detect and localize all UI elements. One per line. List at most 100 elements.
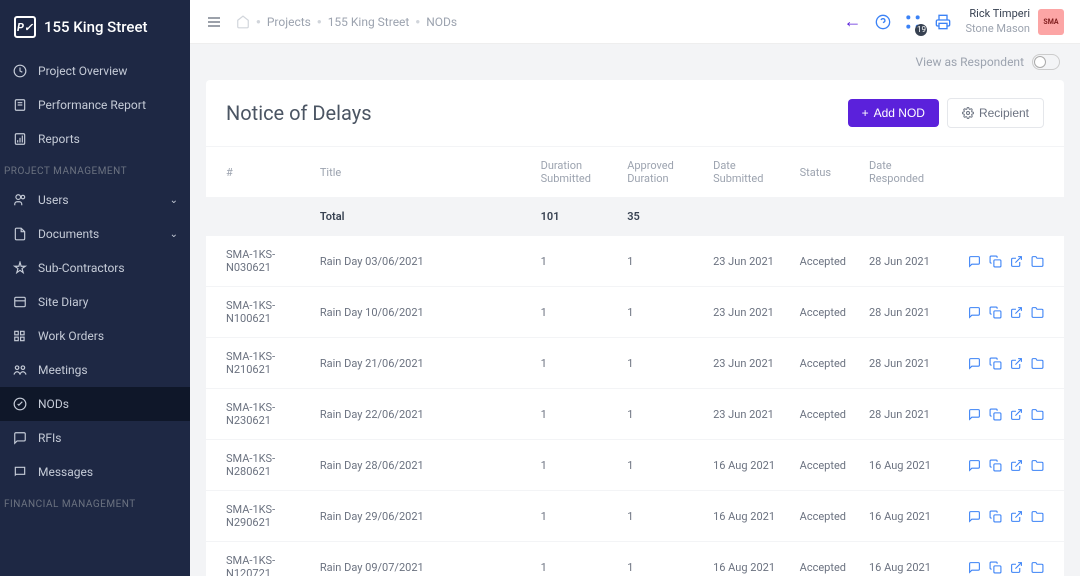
row-actions [965, 459, 1044, 472]
cell-num: SMA-1KS-N100621 [206, 287, 310, 338]
cell-approved: 1 [617, 287, 703, 338]
chat-icon[interactable] [968, 255, 981, 268]
reports-icon [12, 131, 28, 147]
topbar: ● Projects ● 155 King Street ● NODs ← [190, 0, 1080, 44]
section-financial-management: FINANCIAL MANAGEMENT [0, 489, 190, 516]
help-icon[interactable] [875, 14, 891, 30]
copy-icon[interactable] [989, 510, 1002, 523]
cell-responded: 28 Jun 2021 [859, 287, 955, 338]
user-name: Rick Timperi [965, 7, 1030, 21]
sidebar-item-project-overview[interactable]: Project Overview [0, 54, 190, 88]
total-row: Total 101 35 [206, 198, 1064, 236]
table-row[interactable]: SMA-1KS-N210621Rain Day 21/06/20211123 J… [206, 338, 1064, 389]
folder-icon[interactable] [1031, 510, 1044, 523]
cell-responded: 28 Jun 2021 [859, 236, 955, 287]
external-link-icon[interactable] [1010, 306, 1023, 319]
dashboard-icon [12, 63, 28, 79]
external-link-icon[interactable] [1010, 561, 1023, 574]
user-block[interactable]: Rick Timperi Stone Mason SMA [965, 7, 1064, 36]
users-icon [12, 192, 28, 208]
copy-icon[interactable] [989, 561, 1002, 574]
th-duration: Duration Submitted [531, 147, 618, 198]
view-as-toggle[interactable] [1032, 54, 1060, 70]
cell-submitted: 16 Aug 2021 [703, 440, 790, 491]
user-role: Stone Mason [965, 22, 1030, 36]
copy-icon[interactable] [989, 357, 1002, 370]
folder-icon[interactable] [1031, 561, 1044, 574]
cell-responded: 16 Aug 2021 [859, 542, 955, 576]
cell-approved: 1 [617, 542, 703, 576]
print-icon[interactable] [935, 14, 951, 30]
breadcrumb-page[interactable]: NODs [426, 15, 457, 29]
cell-submitted: 16 Aug 2021 [703, 491, 790, 542]
notifications-icon[interactable] [905, 14, 921, 30]
cell-title: Rain Day 03/06/2021 [310, 236, 531, 287]
nods-icon [12, 396, 28, 412]
page-title: Notice of Delays [226, 101, 372, 125]
table-row[interactable]: SMA-1KS-N100621Rain Day 10/06/20211123 J… [206, 287, 1064, 338]
row-actions [965, 510, 1044, 523]
folder-icon[interactable] [1031, 408, 1044, 421]
sidebar-item-meetings[interactable]: Meetings [0, 353, 190, 387]
th-num: # [206, 147, 310, 198]
breadcrumb-project[interactable]: 155 King Street [328, 15, 410, 29]
sidebar-item-work-orders[interactable]: Work Orders [0, 319, 190, 353]
plus-icon: + [862, 106, 869, 120]
back-arrow-icon[interactable]: ← [843, 11, 861, 32]
folder-icon[interactable] [1031, 306, 1044, 319]
external-link-icon[interactable] [1010, 408, 1023, 421]
external-link-icon[interactable] [1010, 459, 1023, 472]
sidebar-item-documents[interactable]: Documents⌄ [0, 217, 190, 251]
cell-num: SMA-1KS-N230621 [206, 389, 310, 440]
table-row[interactable]: SMA-1KS-N290621Rain Day 29/06/20211116 A… [206, 491, 1064, 542]
home-icon[interactable] [236, 15, 250, 29]
cell-duration: 1 [531, 491, 618, 542]
copy-icon[interactable] [989, 255, 1002, 268]
table-row[interactable]: SMA-1KS-N230621Rain Day 22/06/20211123 J… [206, 389, 1064, 440]
chat-icon[interactable] [968, 561, 981, 574]
workorders-icon [12, 328, 28, 344]
copy-icon[interactable] [989, 408, 1002, 421]
external-link-icon[interactable] [1010, 510, 1023, 523]
table-row[interactable]: SMA-1KS-N030621Rain Day 03/06/20211123 J… [206, 236, 1064, 287]
sidebar-item-rfis[interactable]: RFIs [0, 421, 190, 455]
view-as-label: View as Respondent [916, 55, 1024, 69]
sidebar-item-users[interactable]: Users⌄ [0, 183, 190, 217]
chevron-down-icon: ⌄ [170, 229, 178, 240]
copy-icon[interactable] [989, 459, 1002, 472]
external-link-icon[interactable] [1010, 255, 1023, 268]
cell-responded: 28 Jun 2021 [859, 389, 955, 440]
external-link-icon[interactable] [1010, 357, 1023, 370]
table-row[interactable]: SMA-1KS-N120721Rain Day 09/07/20211116 A… [206, 542, 1064, 576]
breadcrumb: ● Projects ● 155 King Street ● NODs [236, 15, 457, 29]
recipient-button[interactable]: Recipient [947, 98, 1044, 128]
add-nod-button[interactable]: + Add NOD [848, 99, 939, 127]
hamburger-icon[interactable] [206, 14, 222, 30]
breadcrumb-projects[interactable]: Projects [267, 15, 311, 29]
chat-icon[interactable] [968, 357, 981, 370]
cell-responded: 16 Aug 2021 [859, 440, 955, 491]
cell-status: Accepted [790, 338, 859, 389]
sidebar-item-reports[interactable]: Reports [0, 122, 190, 156]
chat-icon[interactable] [968, 408, 981, 421]
folder-icon[interactable] [1031, 255, 1044, 268]
sidebar-item-messages[interactable]: Messages [0, 455, 190, 489]
chat-icon[interactable] [968, 510, 981, 523]
sidebar-item-sub-contractors[interactable]: Sub-Contractors [0, 251, 190, 285]
table-row[interactable]: SMA-1KS-N280621Rain Day 28/06/20211116 A… [206, 440, 1064, 491]
copy-icon[interactable] [989, 306, 1002, 319]
row-actions [965, 255, 1044, 268]
chat-icon[interactable] [968, 459, 981, 472]
report-icon [12, 97, 28, 113]
cell-submitted: 23 Jun 2021 [703, 338, 790, 389]
folder-icon[interactable] [1031, 357, 1044, 370]
folder-icon[interactable] [1031, 459, 1044, 472]
sidebar-item-nods[interactable]: NODs [0, 387, 190, 421]
total-duration: 101 [531, 198, 618, 236]
sidebar-item-site-diary[interactable]: Site Diary [0, 285, 190, 319]
chat-icon[interactable] [968, 306, 981, 319]
project-name: 155 King Street [44, 18, 148, 36]
sidebar-item-performance-report[interactable]: Performance Report [0, 88, 190, 122]
cell-num: SMA-1KS-N290621 [206, 491, 310, 542]
cell-title: Rain Day 28/06/2021 [310, 440, 531, 491]
